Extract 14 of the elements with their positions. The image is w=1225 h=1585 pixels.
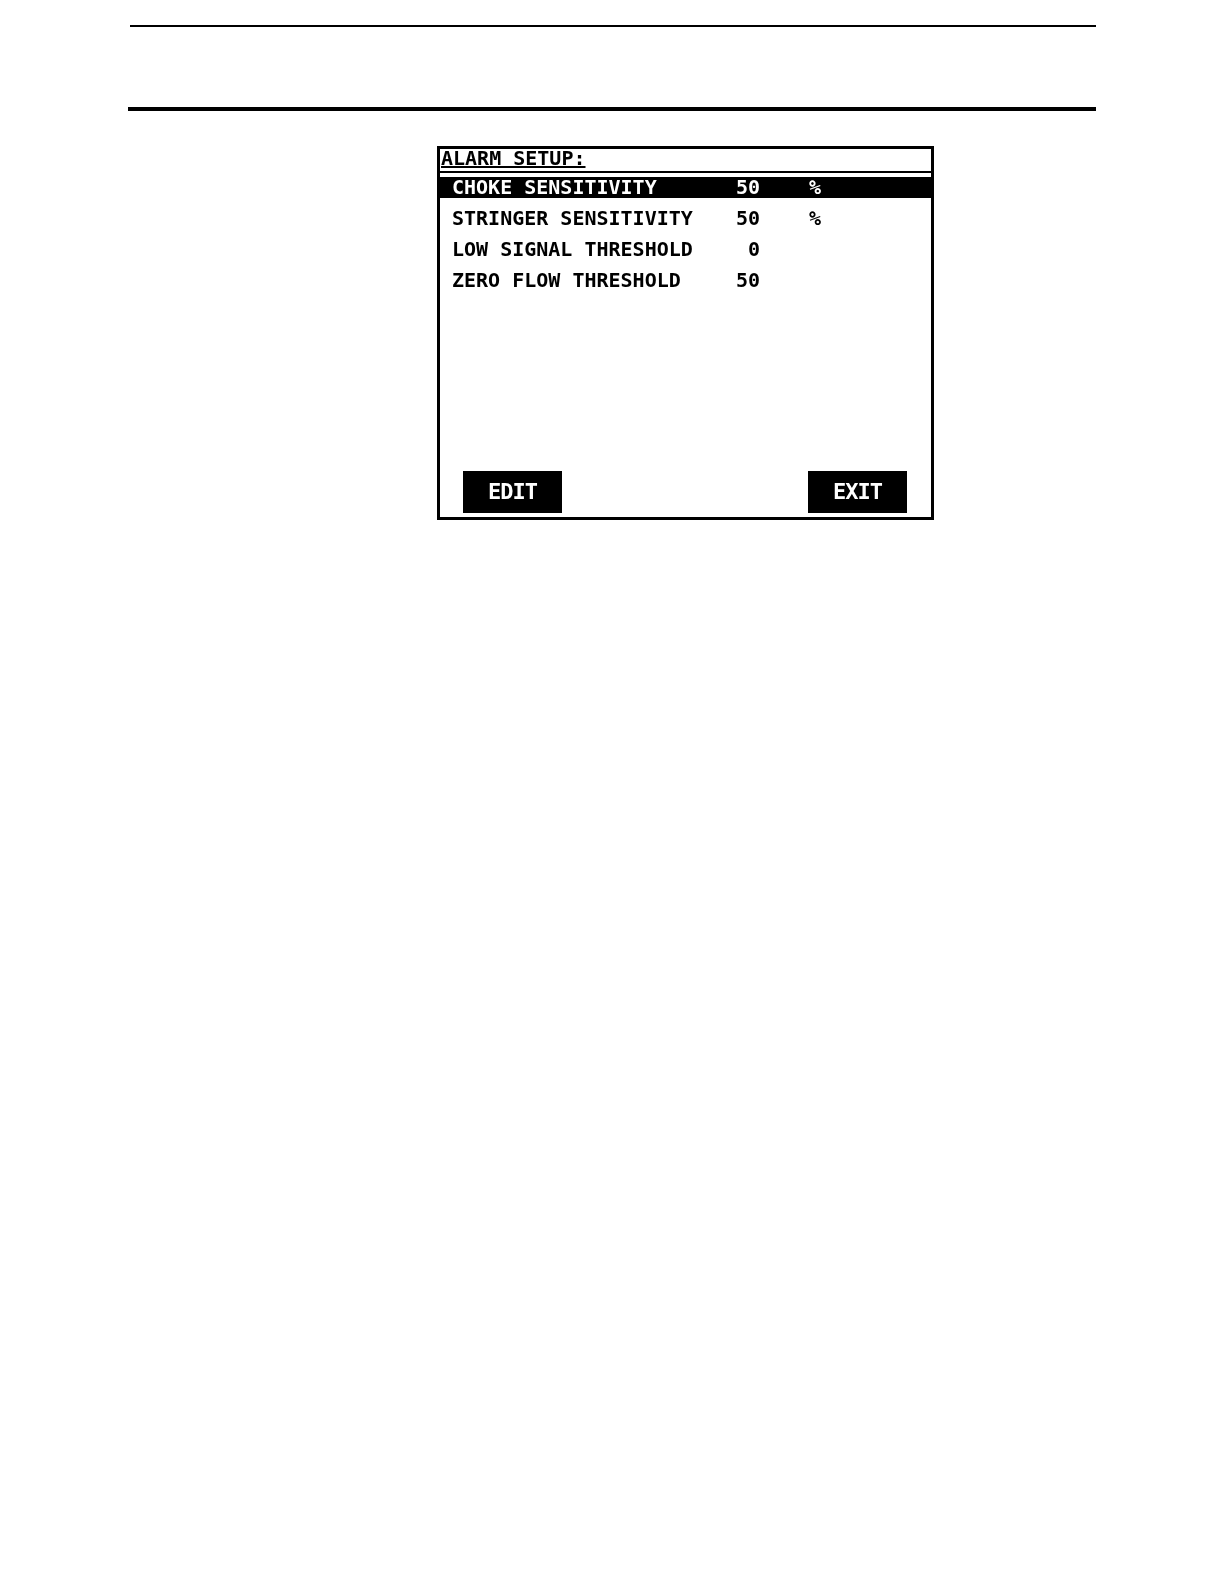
setting-label: CHOKE SENSITIVITY — [452, 177, 657, 198]
unit-label: % — [809, 177, 822, 198]
screen-title: ALARM SETUP: — [440, 149, 586, 167]
menu-row[interactable]: CHOKE SENSITIVITY 50 % — [440, 177, 931, 198]
softkey-button[interactable]: EDIT — [463, 471, 562, 513]
setting-value: 50 — [735, 177, 760, 198]
softkey-button[interactable]: EXIT — [808, 471, 907, 513]
setting-label: STRINGER SENSITIVITY — [452, 208, 693, 229]
setting-label: ZERO FLOW THRESHOLD — [452, 270, 681, 291]
setting-value: 0 — [747, 239, 760, 260]
unit-label: % — [809, 208, 822, 229]
setting-value: 50 — [735, 208, 760, 229]
setting-label: LOW SIGNAL THRESHOLD — [452, 239, 693, 260]
setting-value: 50 — [735, 270, 760, 291]
